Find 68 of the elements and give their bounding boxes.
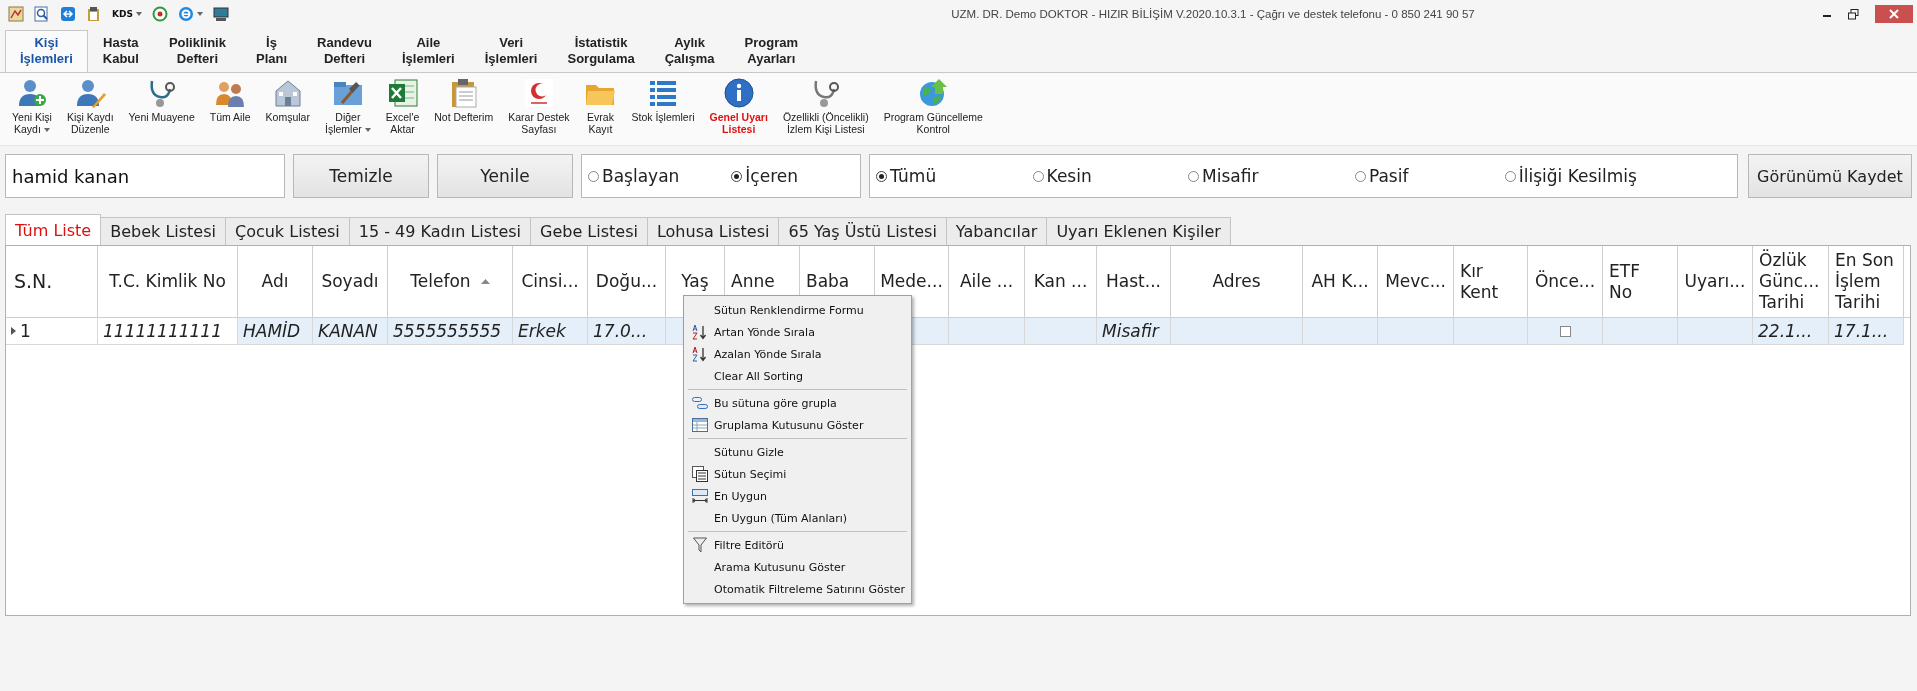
save-view-button[interactable]: Görünümü Kaydet [1748, 154, 1912, 198]
table-cell: 11111111111 [98, 318, 238, 345]
ribbon-tab[interactable]: Veri İşlemleri [469, 30, 553, 72]
menu-item[interactable]: Filtre Editörü [686, 534, 909, 556]
table-cell: HAMİD [238, 318, 313, 345]
ribbon-tab[interactable]: Randevu Defteri [302, 30, 387, 72]
table-cell: KANAN [313, 318, 388, 345]
toolbar-button[interactable]: Komşular [259, 77, 316, 123]
table-cell: 17.0... [588, 318, 666, 345]
radio-option[interactable]: Misafir [1188, 166, 1259, 186]
table-cell: 17.1... [1829, 318, 1904, 345]
kds-button[interactable]: KDS [112, 9, 133, 19]
menu-item[interactable]: Clear All Sorting [686, 365, 909, 387]
toolbar-button[interactable]: Özellikli (Öncelikli) İzlem Kişi Listesi [776, 77, 875, 135]
ribbon-tab[interactable]: İstatistik Sorgulama [552, 30, 650, 72]
ribbon-tab[interactable]: Hasta Kabul [87, 30, 154, 72]
menu-item[interactable]: Artan Yönde Sırala [686, 321, 909, 343]
radio-option[interactable]: Tümü [876, 166, 937, 186]
toolbar-button[interactable]: Genel Uyarı Listesi [703, 77, 774, 135]
radio-option[interactable]: İçeren [731, 166, 798, 186]
toolbar-button[interactable]: Excel'e Aktar [379, 77, 426, 135]
toolbar-button[interactable]: Stok İşlemleri [625, 77, 701, 123]
ribbon-tab[interactable]: Poliklinik Defteri [153, 30, 241, 72]
menu-item[interactable]: Arama Kutusunu Göster [686, 556, 909, 578]
radio-option[interactable]: Başlayan [588, 166, 680, 186]
list-tab[interactable]: Yabancılar [945, 217, 1048, 245]
action-button[interactable]: Yenile [437, 154, 573, 198]
ribbon-tab[interactable]: Kişi İşlemleri [5, 30, 88, 72]
toolbar-button[interactable]: Not Defterim [428, 77, 500, 123]
menu-item[interactable]: Azalan Yönde Sırala [686, 343, 909, 365]
ribbon-tab[interactable]: Aylık Çalışma [649, 30, 730, 72]
action-button[interactable]: Temizle [293, 154, 429, 198]
menu-item[interactable]: Sütun Seçimi [686, 463, 909, 485]
list-tab[interactable]: Gebe Listesi [530, 217, 648, 245]
menu-item[interactable]: Otomatik Filtreleme Satırını Göster [686, 578, 909, 600]
toolbar-button[interactable]: Yeni Kişi Kaydı [6, 77, 58, 135]
radio-option[interactable]: İlişiği Kesilmiş [1504, 166, 1637, 186]
table-cell: 22.1... [1753, 318, 1829, 345]
menu-item[interactable]: En Uygun (Tüm Alanları) [686, 507, 909, 529]
list-tab[interactable]: 65 Yaş Üstü Listesi [778, 217, 947, 245]
list-tab[interactable]: Bebek Listesi [100, 217, 226, 245]
toolbar-button[interactable]: Diğer İşlemler [318, 77, 377, 135]
table-cell: Misafir [1097, 318, 1171, 345]
toolbar-button[interactable]: Evrak Kayıt [578, 77, 623, 135]
toolbar-button[interactable]: Tüm Aile [203, 77, 257, 123]
ribbon-tab[interactable]: İş Planı [240, 30, 303, 72]
list-tab[interactable]: Tüm Liste [5, 214, 102, 245]
window-title: UZM. DR. Demo DOKTOR - HIZIR BİLİŞİM V.2020.10.3.1 - Çağrı ve destek telefonu - 0 850 241 90 57 [950, 8, 1476, 20]
list-tab[interactable]: Çocuk Listesi [224, 217, 350, 245]
toolbar-button[interactable]: Karar Destek Sayfası [502, 77, 576, 135]
row-number: 1 [20, 321, 31, 341]
radio-option[interactable]: Pasif [1354, 166, 1409, 186]
toolbar-button[interactable]: Program Güncelleme Kontrol [877, 77, 989, 135]
list-tab[interactable]: Lohusa Listesi [646, 217, 780, 245]
table-cell: Erkek [513, 318, 588, 345]
ribbon-tab[interactable]: Program Ayarları [729, 30, 813, 72]
list-tab[interactable]: 15 - 49 Kadın Listesi [348, 217, 531, 245]
search-field[interactable]: hamid kanan [5, 154, 285, 198]
table-cell: 5555555555 [388, 318, 513, 345]
menu-item[interactable]: Sütunu Gizle [686, 441, 909, 463]
ribbon-tab[interactable]: Aile İşlemleri [386, 30, 470, 72]
menu-item[interactable]: Bu sütuna göre grupla [686, 392, 909, 414]
list-tab[interactable]: Uyarı Eklenen Kişiler [1046, 217, 1231, 245]
menu-item[interactable]: En Uygun [686, 485, 909, 507]
menu-item[interactable]: Gruplama Kutusunu Göster [686, 414, 909, 436]
radio-option[interactable]: Kesin [1032, 166, 1092, 186]
toolbar-button[interactable]: Yeni Muayene [122, 77, 201, 123]
toolbar-button[interactable]: Kişi Kaydı Düzenle [60, 77, 120, 135]
